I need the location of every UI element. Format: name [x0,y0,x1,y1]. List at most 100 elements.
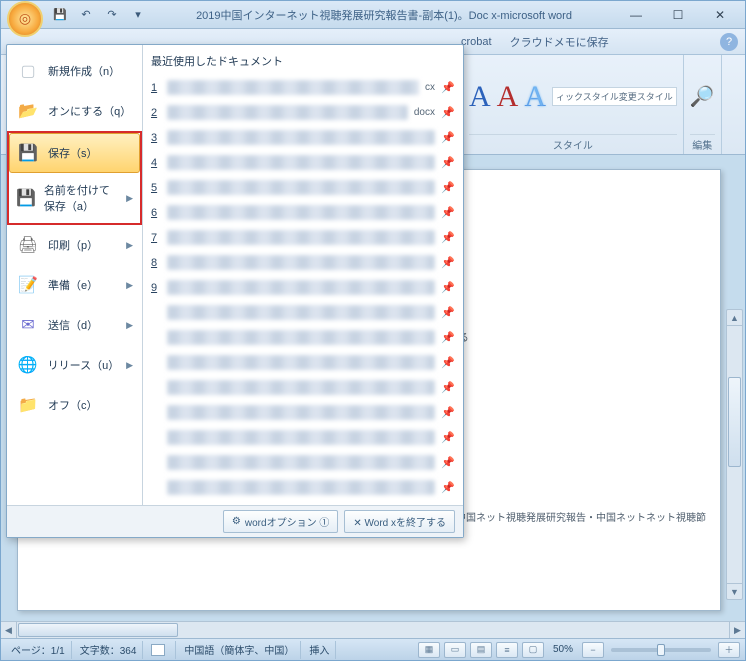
pin-icon[interactable]: 📌 [441,406,455,419]
pin-icon[interactable]: 📌 [441,256,455,269]
word-options-button[interactable]: ⚙wordオプション ① [223,510,338,533]
recent-document-item[interactable]: 📌 [151,325,455,350]
recent-document-item[interactable]: 6📌 [151,200,455,225]
menu-send[interactable]: ✉ 送信（d） ▶ [9,305,140,345]
qat-undo-button[interactable]: ↶ [75,5,97,25]
recent-document-item[interactable]: 9📌 [151,275,455,300]
recent-item-number: 8 [151,257,165,269]
pin-icon[interactable]: 📌 [441,206,455,219]
menu-save[interactable]: 💾 保存（s） [9,133,140,173]
status-page[interactable]: ページ：1/1 [5,641,72,659]
status-language[interactable]: 中国語（簡体字、中国） [178,641,301,659]
hscroll-thumb[interactable] [18,623,178,637]
status-proofing[interactable] [145,641,176,659]
chevron-right-icon: ▶ [126,240,133,251]
vertical-scrollbar[interactable]: ▲ ▼ [726,309,743,600]
window-close-button[interactable]: ✕ [703,6,737,24]
style-preset-1[interactable]: A [469,80,491,114]
vscroll-track[interactable] [727,326,742,583]
pin-icon[interactable]: 📌 [441,356,455,369]
recent-document-item[interactable]: 📌 [151,375,455,400]
recent-document-item[interactable]: 8📌 [151,250,455,275]
zoom-in-button[interactable]: ＋ [718,642,740,658]
status-bar: ページ：1/1 文字数：364 中国語（簡体字、中国） 挿入 ▦ ▭ ▤ ≡ ▢… [1,638,745,660]
zoom-out-button[interactable]: − [582,642,604,658]
recent-documents-list: 1cx📌2docx📌3📌4📌5📌6📌7📌8📌9📌📌📌📌📌📌📌📌📌 [151,75,455,505]
scroll-up-button[interactable]: ▲ [727,310,742,326]
title-bar: ◎ 💾 ↶ ↷ ▾ 2019中国インターネット視聴発展研究報告書-副本(1)。D… [1,1,745,29]
pin-icon[interactable]: 📌 [441,456,455,469]
pin-icon[interactable]: 📌 [441,131,455,144]
pin-icon[interactable]: 📌 [441,381,455,394]
recent-document-item[interactable]: 📌 [151,450,455,475]
help-button[interactable]: ? [720,33,738,51]
view-outline-button[interactable]: ≡ [496,642,518,658]
style-preset-3[interactable]: A [524,80,546,114]
status-insert-mode[interactable]: 挿入 [303,641,336,659]
recent-item-name-redacted [167,455,435,470]
pin-icon[interactable]: 📌 [441,431,455,444]
pin-icon[interactable]: 📌 [441,181,455,194]
exit-word-button[interactable]: ✕ Word xを終了する [344,510,455,533]
menu-new[interactable]: ▢ 新規作成（n） [9,51,140,91]
tab-cloud-save[interactable]: クラウドメモに保存 [510,34,609,50]
recent-document-item[interactable]: 2 docx 📌 [151,100,455,125]
recent-document-item[interactable]: 📌 [151,425,455,450]
hscroll-track[interactable] [17,622,729,638]
menu-label: 準備（e） [48,277,98,293]
window-minimize-button[interactable]: — [619,6,653,24]
qat-redo-button[interactable]: ↷ [101,5,123,25]
find-icon[interactable]: 🔎 [690,84,715,109]
menu-prepare[interactable]: 📝 準備（e） ▶ [9,265,140,305]
pin-icon[interactable]: 📌 [441,106,455,119]
pin-icon[interactable]: 📌 [441,481,455,494]
pin-icon[interactable]: 📌 [441,231,455,244]
recent-item-number: 2 [151,107,165,119]
menu-open[interactable]: 📂 オンにする（q） [9,91,140,131]
menu-save-as[interactable]: 💾 名前を付けて保存（a） ▶ [9,173,140,223]
menu-print[interactable]: 🖨 印刷（p） ▶ [9,225,140,265]
window-maximize-button[interactable]: ☐ [661,6,695,24]
recent-document-item[interactable]: 📌 [151,300,455,325]
status-word-count[interactable]: 文字数：364 [74,641,144,659]
recent-document-item[interactable]: 5📌 [151,175,455,200]
recent-item-ext: docx [414,107,435,118]
view-draft-button[interactable]: ▢ [522,642,544,658]
recent-item-number: 7 [151,232,165,244]
pin-icon[interactable]: 📌 [441,281,455,294]
zoom-slider-thumb[interactable] [657,644,665,656]
qat-customize-button[interactable]: ▾ [127,5,149,25]
style-preset-2[interactable]: A [497,80,519,114]
horizontal-scrollbar[interactable]: ◀ ▶ [1,621,745,638]
pin-icon[interactable]: 📌 [441,156,455,169]
scroll-right-button[interactable]: ▶ [729,622,745,638]
recent-document-item[interactable]: 📌 [151,350,455,375]
menu-close[interactable]: 📁 オフ（c） [9,385,140,425]
recent-document-item[interactable]: 📌 [151,400,455,425]
menu-publish[interactable]: 🌐 リリース（u） ▶ [9,345,140,385]
change-styles-button[interactable]: ィックスタイル変更スタイル [552,87,677,106]
vscroll-thumb[interactable] [728,377,741,467]
qat-save-button[interactable]: 💾 [49,5,71,25]
recent-document-item[interactable]: 1cx📌 [151,75,455,100]
zoom-slider[interactable] [611,648,711,652]
zoom-percent[interactable]: 50% [547,641,579,659]
recent-document-item[interactable]: 7📌 [151,225,455,250]
pin-icon[interactable]: 📌 [441,331,455,344]
view-print-layout-button[interactable]: ▦ [418,642,440,658]
menu-label: リリース（u） [48,357,118,373]
scroll-down-button[interactable]: ▼ [727,583,742,599]
pin-icon[interactable]: 📌 [441,81,455,94]
recent-document-item[interactable]: 📌 [151,475,455,500]
scroll-left-button[interactable]: ◀ [1,622,17,638]
view-full-screen-button[interactable]: ▭ [444,642,466,658]
recent-document-item[interactable]: 4📌 [151,150,455,175]
pin-icon[interactable]: 📌 [441,306,455,319]
tab-acrobat[interactable]: crobat [461,36,492,48]
redo-icon: ↷ [107,8,116,21]
recent-document-item[interactable]: 3📌 [151,125,455,150]
view-web-layout-button[interactable]: ▤ [470,642,492,658]
recent-item-name-redacted [167,255,435,270]
menu-label: 新規作成（n） [48,63,120,79]
office-button[interactable]: ◎ [7,1,43,37]
